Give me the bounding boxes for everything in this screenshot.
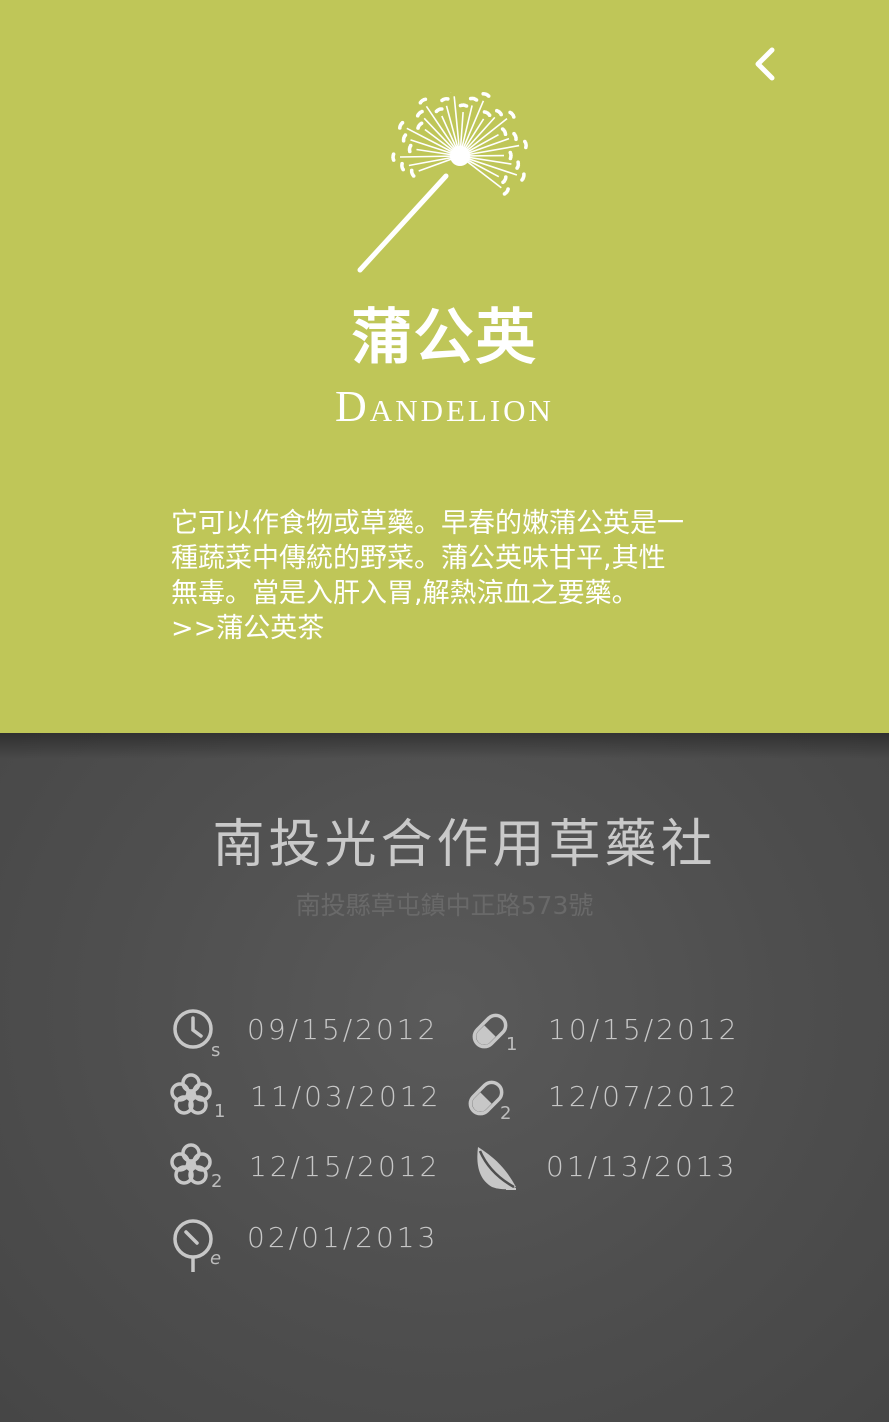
date-item-flower-1[interactable]: 1 11/03/2012 [170,1073,438,1123]
panel-shadow [0,733,889,759]
date-item-pill-1[interactable]: 1 10/15/2012 [468,1006,736,1056]
date-item-end[interactable]: e 02/01/2013 [170,1216,435,1276]
description-line: 它可以作食物或草藥。早春的嫩蒲公英是一 [171,508,684,539]
date-subscript: 1 [506,1034,518,1055]
plant-header-panel: 蒲公英 Dandelion 它可以作食物或草藥。早春的嫩蒲公英是一 種蔬菜中傳統… [0,0,889,733]
date-item-pill-2[interactable]: 2 12/07/2012 [464,1073,736,1124]
date-subscript: 2 [211,1171,223,1192]
date-subscript: e [210,1248,222,1269]
date-subscript: s [211,1040,221,1061]
date-value: 12/07/2012 [548,1080,740,1113]
back-button[interactable] [748,44,784,84]
date-item-start[interactable]: s 09/15/2012 [170,1006,435,1060]
plant-name-english: Dandelion [335,382,554,431]
date-item-leaf[interactable]: 01/13/2013 [470,1143,734,1193]
description-line: 種蔬菜中傳統的野菜。蒲公英味甘平,其性 [171,543,666,574]
date-subscript: 2 [500,1103,512,1124]
date-value: 11/03/2012 [250,1080,442,1113]
date-value: 12/15/2012 [249,1150,441,1183]
description-line: 無毒。當是入肝入胃,解熱涼血之要藥。 [171,578,639,609]
dandelion-icon [350,92,540,278]
shop-name: 南投光合作用草藥社 [212,815,717,875]
date-subscript: 1 [214,1101,226,1122]
plant-description: 它可以作食物或草藥。早春的嫩蒲公英是一 種蔬菜中傳統的野菜。蒲公英味甘平,其性 … [171,506,731,646]
chevron-left-icon [755,47,775,81]
date-value: 10/15/2012 [548,1013,740,1046]
date-value: 09/15/2012 [247,1013,439,1046]
leaf-icon [470,1143,520,1193]
flower-icon [170,1073,220,1123]
plant-name-chinese: 蒲公英 [351,303,538,373]
tea-link[interactable]: >>蒲公英茶 [171,611,731,646]
shop-address: 南投縣草屯鎮中正路573號 [295,891,594,920]
date-value: 01/13/2013 [546,1150,738,1183]
date-value: 02/01/2013 [247,1221,439,1254]
date-item-flower-2[interactable]: 2 12/15/2012 [170,1143,437,1193]
